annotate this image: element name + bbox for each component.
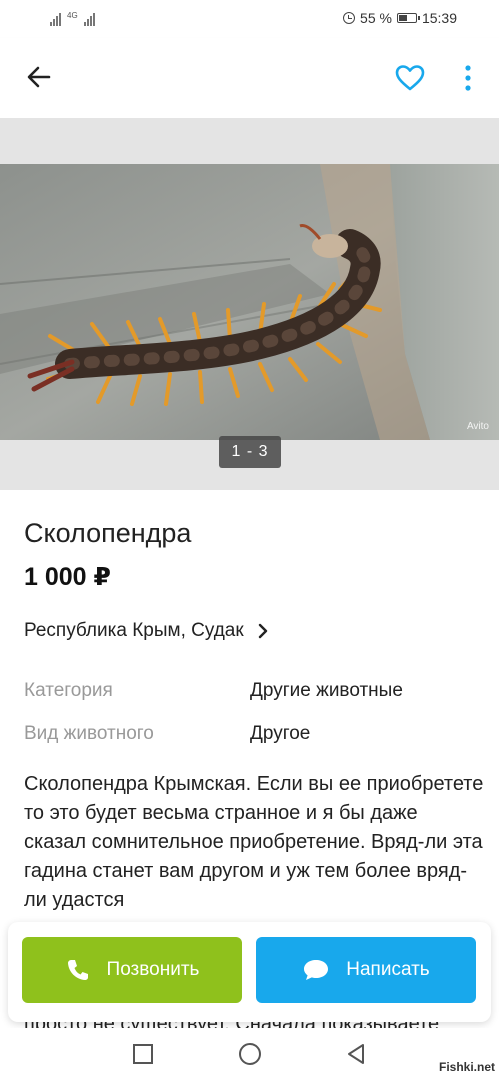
action-bar: Позвонить Написать [8,922,491,1022]
listing-photo[interactable]: Avito [0,164,499,440]
arrow-left-icon [27,66,51,88]
call-button-label: Позвонить [106,959,200,980]
listing-price: 1 000 ₽ [24,563,111,591]
battery-icon [396,13,420,23]
more-vert-icon [465,65,471,91]
chevron-right-icon [258,623,267,639]
centipede-photo [0,164,499,440]
phone-icon [67,960,88,980]
listing-title: Сколопендра [24,518,192,548]
photo-gallery[interactable]: Avito 1 - 3 [0,118,499,490]
location-link[interactable]: Республика Крым, Судак [24,620,272,642]
circle-icon[interactable] [238,1042,262,1066]
status-right: 55 % 15:39 [343,10,457,26]
favorite-button[interactable] [394,62,426,94]
square-icon[interactable] [131,1042,155,1066]
param-value-category: Другие животные [250,680,403,701]
battery-fill [398,15,408,21]
alarm-icon [343,12,356,24]
call-button[interactable]: Позвонить [22,937,242,1003]
param-label-category: Категория [24,680,113,701]
write-button[interactable]: Написать [256,937,476,1003]
more-options-button[interactable] [456,62,480,94]
site-watermark: Fishki.net [438,1060,495,1074]
heart-outline-icon [395,65,425,91]
signal-icon [50,12,61,26]
status-left: 4G [50,11,95,26]
location-text: Республика Крым, Судак [24,620,244,641]
network-type: 4G [67,11,78,20]
battery-percent: 55 % [360,10,392,26]
chat-bubble-icon [304,960,329,980]
clock: 15:39 [421,10,457,26]
signal-icon-2 [83,12,95,26]
app-bar [0,38,499,118]
back-button[interactable] [22,60,56,94]
param-label-animal-type: Вид животного [24,723,154,744]
status-bar: 4G 55 % 15:39 [0,0,499,38]
listing-description: Сколопендра Крымская. Если вы ее приобре… [24,773,484,911]
photo-watermark: Avito [466,421,489,432]
write-button-label: Написать [346,959,430,980]
triangle-back-icon[interactable] [344,1042,368,1066]
photo-counter: 1 - 3 [219,436,281,468]
param-value-animal-type: Другое [250,723,311,744]
system-nav-bar: Fishki.net [0,1028,499,1080]
